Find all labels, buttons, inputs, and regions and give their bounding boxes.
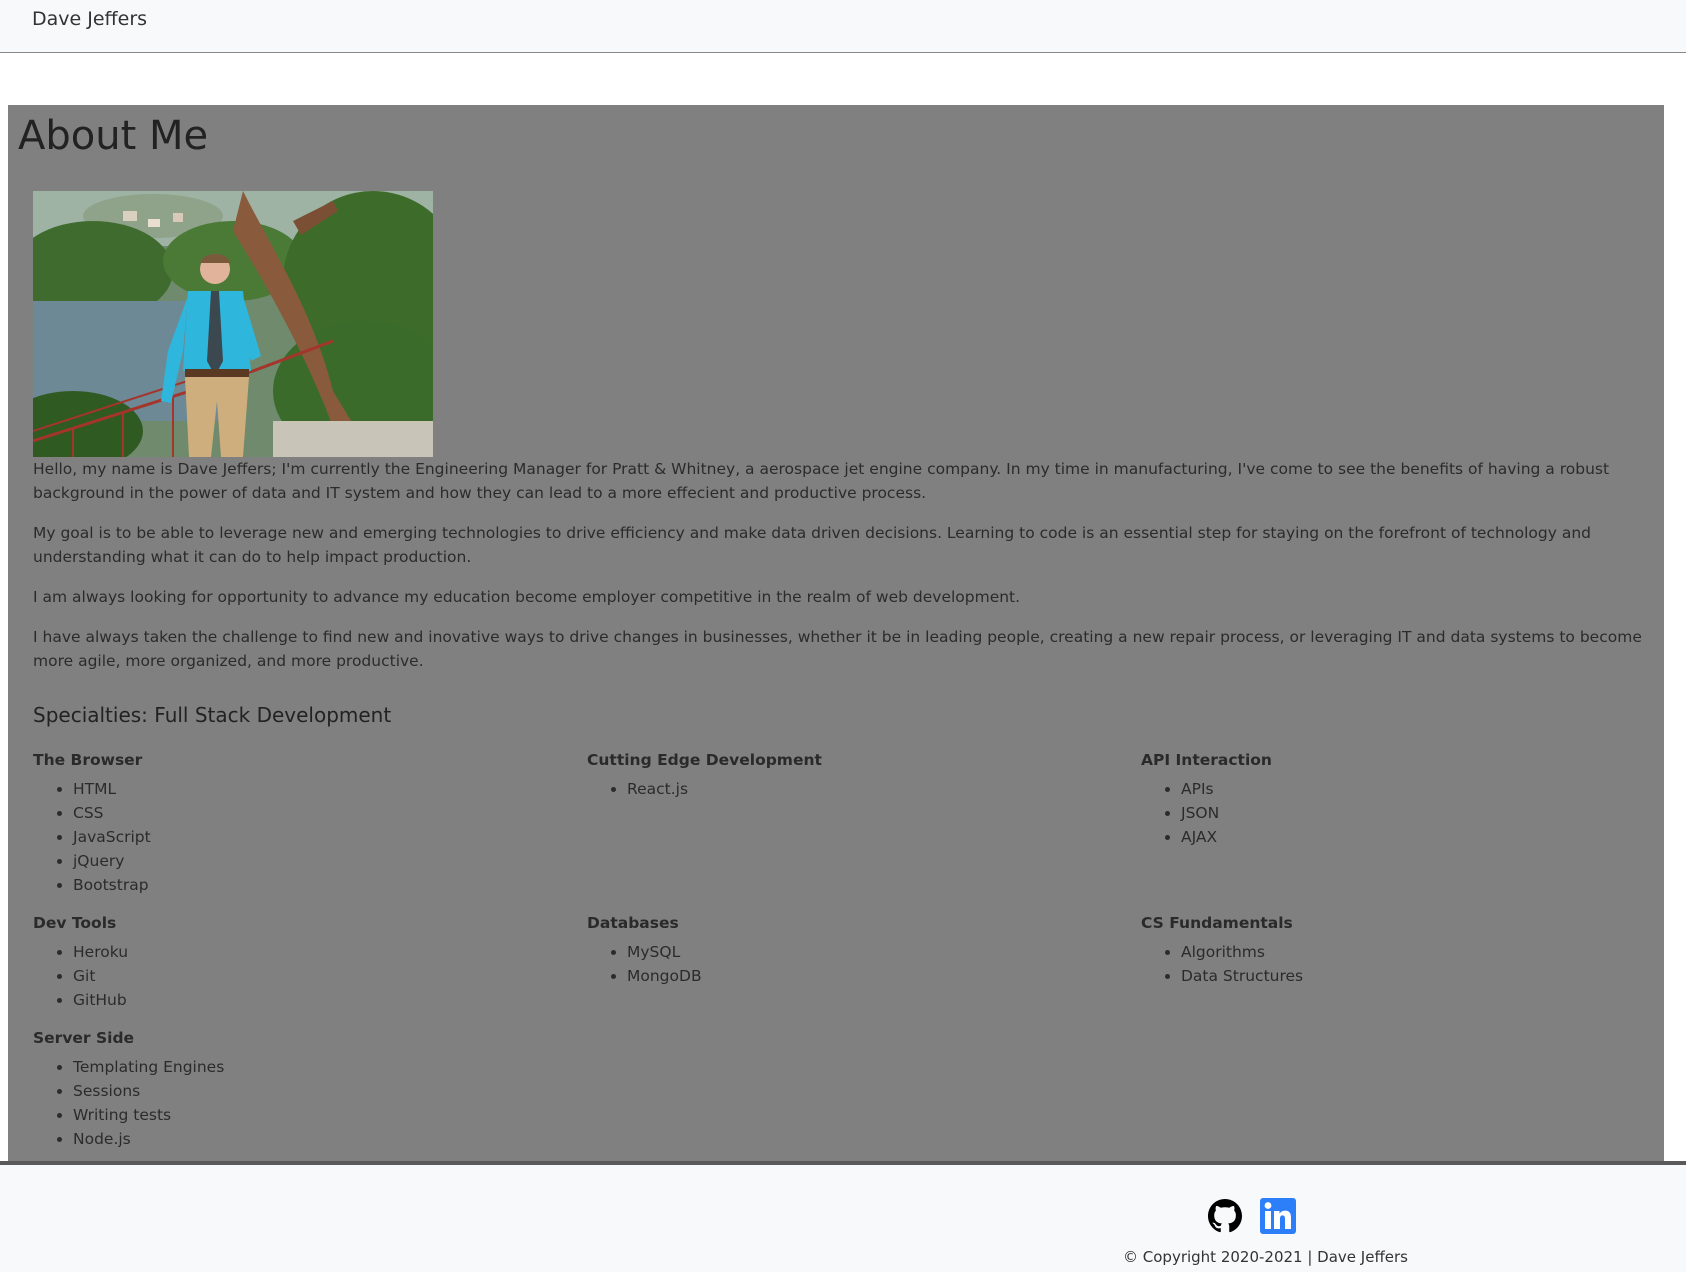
skill-list: HTML CSS JavaScript jQuery Bootstrap: [33, 777, 553, 897]
bio-paragraph: My goal is to be able to leverage new an…: [33, 524, 1591, 566]
skill-list: MySQL MongoDB: [587, 940, 1107, 988]
skill-list: APIs JSON AJAX: [1141, 777, 1661, 849]
list-item: Git: [73, 964, 553, 988]
list-item: JavaScript: [73, 825, 553, 849]
list-item: Bootstrap: [73, 873, 553, 897]
list-item: JSON: [1181, 801, 1661, 825]
bio-paragraph: Hello, my name is Dave Jeffers; I'm curr…: [33, 460, 1610, 502]
github-link[interactable]: [1208, 1199, 1242, 1233]
skill-list: Heroku Git GitHub: [33, 940, 553, 1012]
skill-group-browser: The Browser HTML CSS JavaScript jQuery B…: [33, 751, 553, 897]
page-title: About Me: [18, 113, 209, 159]
skill-group-title: Cutting Edge Development: [587, 751, 822, 769]
skill-group-title: API Interaction: [1141, 751, 1272, 769]
list-item: Templating Engines: [73, 1055, 553, 1079]
list-item: MySQL: [627, 940, 1107, 964]
list-item: GitHub: [73, 988, 553, 1012]
linkedin-icon: [1260, 1198, 1296, 1234]
bio-paragraph: I have always taken the challenge to fin…: [33, 628, 1642, 670]
github-icon: [1208, 1199, 1242, 1233]
top-navbar: Dave Jeffers: [0, 0, 1686, 53]
about-section: About Me Hello, my name is Dave Jeffers;…: [8, 105, 1664, 1161]
profile-photo: [33, 191, 433, 457]
skill-list: React.js: [587, 777, 1107, 801]
skill-group-title: Databases: [587, 914, 679, 932]
skill-group-api-interaction: API Interaction APIs JSON AJAX: [1141, 751, 1661, 849]
list-item: Heroku: [73, 940, 553, 964]
skill-list: Templating Engines Sessions Writing test…: [33, 1055, 553, 1151]
list-item: Node.js: [73, 1127, 553, 1151]
list-item: jQuery: [73, 849, 553, 873]
skill-group-dev-tools: Dev Tools Heroku Git GitHub: [33, 914, 553, 1012]
skill-group-cs-fundamentals: CS Fundamentals Algorithms Data Structur…: [1141, 914, 1661, 988]
list-item: Algorithms: [1181, 940, 1661, 964]
list-item: HTML: [73, 777, 553, 801]
list-item: React.js: [627, 777, 1107, 801]
list-item: Writing tests: [73, 1103, 553, 1127]
skill-group-title: The Browser: [33, 751, 143, 769]
skill-group-title: CS Fundamentals: [1141, 914, 1293, 932]
skill-group-title: Dev Tools: [33, 914, 117, 932]
list-item: Sessions: [73, 1079, 553, 1103]
list-item: Data Structures: [1181, 964, 1661, 988]
page-footer: © Copyright 2020-2021 | Dave Jeffers: [0, 1161, 1686, 1272]
bio-paragraph: I am always looking for opportunity to a…: [33, 588, 1021, 606]
skill-group-cutting-edge: Cutting Edge Development React.js: [587, 751, 1107, 801]
bio-text: Hello, my name is Dave Jeffers; I'm curr…: [33, 457, 1664, 689]
list-item: AJAX: [1181, 825, 1661, 849]
social-links: [1208, 1198, 1296, 1234]
list-item: CSS: [73, 801, 553, 825]
list-item: MongoDB: [627, 964, 1107, 988]
skill-group-databases: Databases MySQL MongoDB: [587, 914, 1107, 988]
linkedin-link[interactable]: [1260, 1198, 1296, 1234]
specialties-heading: Specialties: Full Stack Development: [33, 703, 392, 727]
navbar-brand-link[interactable]: Dave Jeffers: [32, 8, 147, 30]
skill-group-title: Server Side: [33, 1029, 135, 1047]
list-item: APIs: [1181, 777, 1661, 801]
skill-group-server-side: Server Side Templating Engines Sessions …: [33, 1029, 553, 1151]
skill-list: Algorithms Data Structures: [1141, 940, 1661, 988]
copyright-text: © Copyright 2020-2021 | Dave Jeffers: [1123, 1248, 1408, 1266]
